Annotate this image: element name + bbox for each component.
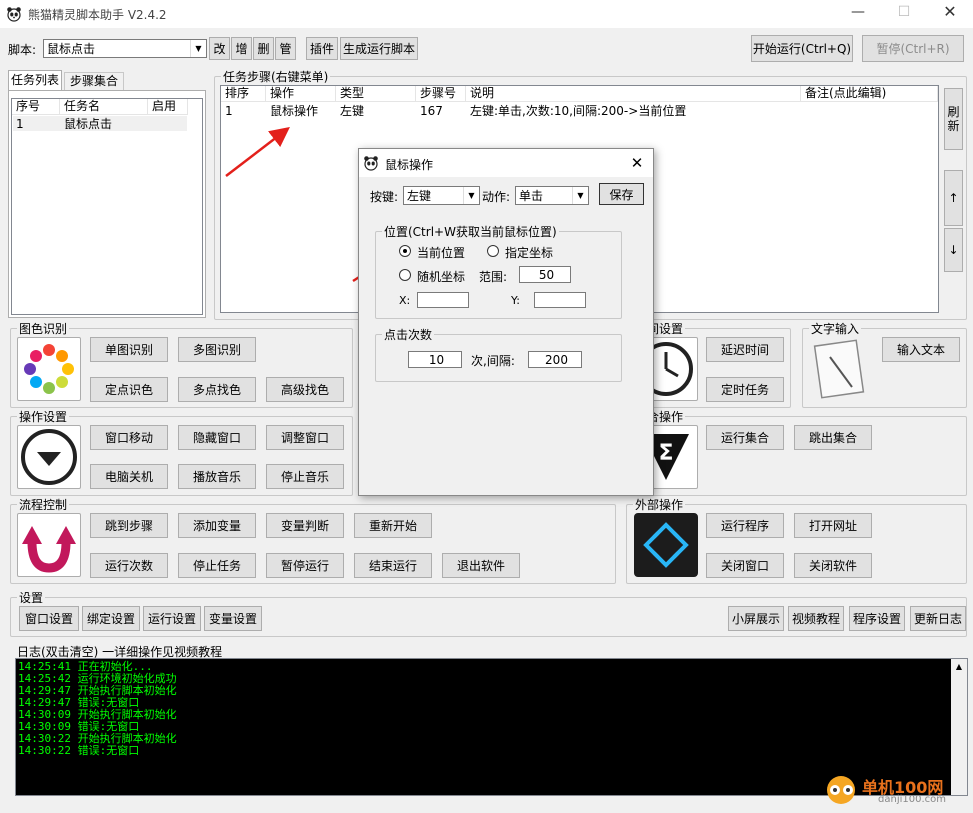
x-label: X:: [399, 294, 411, 307]
y-label: Y:: [511, 294, 520, 307]
point-color-button[interactable]: 定点识色: [90, 377, 168, 402]
end-run-button[interactable]: 结束运行: [354, 553, 432, 578]
variable-settings-button[interactable]: 变量设置: [204, 606, 262, 631]
dialog-titlebar: 鼠标操作 ✕: [359, 149, 653, 177]
run-program-button[interactable]: 运行程序: [706, 513, 784, 538]
multi-point-color-button[interactable]: 多点找色: [178, 377, 256, 402]
text-input-title: 文字输入: [809, 320, 862, 337]
shutdown-button[interactable]: 电脑关机: [90, 464, 168, 489]
close-software-button[interactable]: 关闭软件: [794, 553, 872, 578]
action-select[interactable]: 单击 ▼: [515, 186, 589, 205]
mouse-operation-dialog: 鼠标操作 ✕ 按键: 左键 ▼ 动作: 单击 ▼ 保存 位置(Ctrl+W获取当前鼠…: [358, 148, 654, 496]
run-settings-button[interactable]: 运行设置: [143, 606, 201, 631]
play-music-button[interactable]: 播放音乐: [178, 464, 256, 489]
stop-task-button[interactable]: 停止任务: [178, 553, 256, 578]
x-input[interactable]: [417, 292, 469, 308]
current-position-label: 当前位置: [417, 246, 466, 260]
svg-text:Σ: Σ: [658, 441, 673, 466]
range-input[interactable]: 50: [519, 266, 571, 283]
settings-title: 设置: [17, 589, 46, 606]
chevron-down-icon: ▼: [463, 187, 479, 204]
panda-logo-icon: [363, 155, 379, 171]
key-select-value: 左键: [407, 189, 432, 203]
window-settings-button[interactable]: 窗口设置: [19, 606, 79, 631]
position-title: 位置(Ctrl+W获取当前鼠标位置): [382, 223, 559, 240]
hide-window-button[interactable]: 隐藏窗口: [178, 425, 256, 450]
random-position-label: 随机坐标: [417, 270, 466, 284]
click-count-input[interactable]: 10: [408, 351, 462, 368]
image-recognition-title: 图色识别: [17, 320, 70, 337]
specified-position-label: 指定坐标: [505, 246, 554, 260]
open-url-button[interactable]: 打开网址: [794, 513, 872, 538]
advanced-color-button[interactable]: 高级找色: [266, 377, 344, 402]
small-screen-button[interactable]: 小屏展示: [728, 606, 784, 631]
pause-run-button[interactable]: 暂停运行: [266, 553, 344, 578]
current-position-radio[interactable]: [399, 245, 411, 257]
scroll-up-icon[interactable]: ▲: [951, 659, 967, 675]
log-line: 14:30:22 错误:无窗口: [18, 744, 140, 757]
dialog-title: 鼠标操作: [385, 158, 434, 172]
interval-input[interactable]: 200: [528, 351, 582, 368]
dropdown-circle-icon: [17, 425, 81, 489]
adjust-window-button[interactable]: 调整窗口: [266, 425, 344, 450]
color-palette-icon: [17, 337, 81, 401]
single-image-button[interactable]: 单图识别: [90, 337, 168, 362]
move-window-button[interactable]: 窗口移动: [90, 425, 168, 450]
multi-image-button[interactable]: 多图识别: [178, 337, 256, 362]
flow-control-title: 流程控制: [17, 496, 70, 513]
y-input[interactable]: [534, 292, 586, 308]
video-tutorial-button[interactable]: 视频教程: [788, 606, 844, 631]
delay-time-button[interactable]: 延迟时间: [706, 337, 784, 362]
interval-label: 次,间隔:: [471, 354, 515, 368]
close-window-button[interactable]: 关闭窗口: [706, 553, 784, 578]
action-label: 动作:: [482, 190, 511, 204]
random-position-radio[interactable]: [399, 269, 411, 281]
click-count-title: 点击次数: [382, 326, 435, 343]
stop-music-button[interactable]: 停止音乐: [266, 464, 344, 489]
click-count-value: 10: [428, 352, 445, 367]
loop-arrows-icon: [17, 513, 81, 577]
timed-task-button[interactable]: 定时任务: [706, 377, 784, 402]
update-log-button[interactable]: 更新日志: [910, 606, 966, 631]
interval-value: 200: [545, 352, 568, 367]
add-variable-button[interactable]: 添加变量: [178, 513, 256, 538]
key-select[interactable]: 左键 ▼: [403, 186, 480, 205]
range-input-value: 50: [538, 267, 555, 282]
specified-position-radio[interactable]: [487, 245, 499, 257]
watermark: 单机100网 danji100.com: [820, 772, 970, 812]
variable-check-button[interactable]: 变量判断: [266, 513, 344, 538]
input-text-button[interactable]: 输入文本: [882, 337, 960, 362]
watermark-logo-icon: [822, 774, 860, 806]
bind-settings-button[interactable]: 绑定设置: [82, 606, 140, 631]
run-count-button[interactable]: 运行次数: [90, 553, 168, 578]
chevron-down-icon: ▼: [572, 187, 588, 204]
log-lines: 14:25:41 正在初始化... 14:25:42 运行环境初始化成功 14:…: [18, 661, 177, 757]
dialog-close-icon[interactable]: ✕: [627, 154, 647, 172]
run-collection-button[interactable]: 运行集合: [706, 425, 784, 450]
program-settings-button[interactable]: 程序设置: [849, 606, 905, 631]
exit-collection-button[interactable]: 跳出集合: [794, 425, 872, 450]
dialog-save-button[interactable]: 保存: [599, 183, 644, 205]
jump-step-button[interactable]: 跳到步骤: [90, 513, 168, 538]
external-ops-title: 外部操作: [633, 496, 686, 513]
external-arrows-icon: [634, 513, 698, 577]
notepad-icon: [808, 337, 872, 401]
action-select-value: 单击: [519, 189, 544, 203]
watermark-url: danji100.com: [878, 794, 946, 805]
operation-settings-title: 操作设置: [17, 408, 70, 425]
key-label: 按键:: [370, 190, 399, 204]
range-label: 范围:: [479, 270, 508, 284]
restart-button[interactable]: 重新开始: [354, 513, 432, 538]
exit-software-button[interactable]: 退出软件: [442, 553, 520, 578]
